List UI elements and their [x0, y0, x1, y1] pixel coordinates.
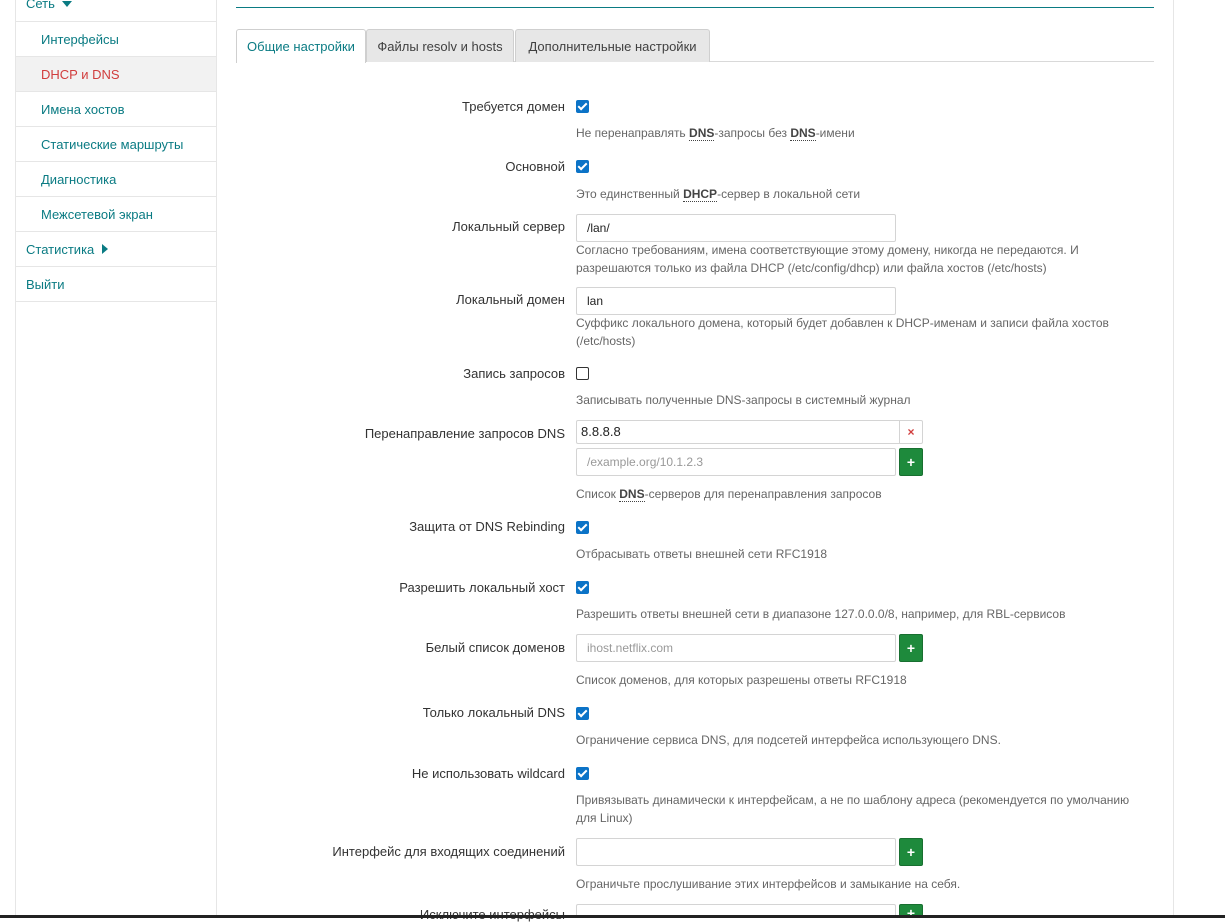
tab-bar: Общие настройки Файлы resolv и hosts Доп… [236, 29, 1154, 63]
rebind-protection-label: Защита от DNS Rebinding [409, 519, 565, 534]
sidebar-item-label: Интерфейсы [41, 31, 119, 47]
desc-text: Не перенаправлять [576, 126, 690, 140]
section-divider [236, 7, 1154, 8]
sidebar-item-label: Выйти [26, 276, 65, 292]
sidebar-item-diagnostics[interactable]: Диагностика [16, 162, 216, 197]
sidebar-item-static-routes[interactable]: Статические маршруты [16, 127, 216, 162]
nonwildcard-label: Не использовать wildcard [411, 766, 565, 781]
local-server-label: Локальный сервер [452, 219, 565, 234]
authoritative-description: Это единственный DHCP-сервер в локальной… [576, 185, 1136, 203]
sidebar-item-hostnames[interactable]: Имена хостов [16, 92, 216, 127]
tab-label: Дополнительные настройки [528, 38, 697, 54]
dns-forward-description: Список DNS-серверов для перенаправления … [576, 485, 1136, 503]
tab-label: Файлы resolv и hosts [377, 38, 503, 54]
sidebar-item-dhcp-dns[interactable]: DHCP и DNS [16, 57, 216, 92]
local-server-input[interactable]: /lan/ [576, 214, 896, 242]
dns-forward-add-button[interactable]: + [899, 448, 923, 476]
log-queries-label: Запись запросов [463, 366, 565, 381]
abbr-dns: DNS [689, 126, 715, 141]
sidebar-item-label: Статистика [26, 241, 95, 257]
local-service-checkbox[interactable] [576, 707, 589, 720]
local-service-label: Только локальный DNS [422, 705, 565, 720]
rebind-localhost-description: Разрешить ответы внешней сети в диапазон… [576, 607, 1066, 621]
authoritative-label: Основной [505, 159, 565, 174]
rebind-domain-input[interactable]: ihost.netflix.com [576, 634, 896, 662]
remove-entry-button[interactable]: × [899, 421, 922, 443]
desc-text: -сервер в локальной сети [717, 187, 861, 201]
abbr-dns: DNS [619, 487, 645, 502]
sidebar-item-logout[interactable]: Выйти [16, 267, 216, 302]
authoritative-checkbox[interactable] [576, 160, 589, 173]
sidebar-item-label: Статические маршруты [41, 136, 184, 152]
caret-down-icon [61, 0, 72, 7]
caret-right-icon [102, 244, 109, 254]
sidebar-item-firewall[interactable]: Межсетевой экран [16, 197, 216, 232]
desc-text: -имени [815, 126, 855, 140]
dns-forward-new-input[interactable]: /example.org/10.1.2.3 [576, 448, 896, 476]
listen-interface-add-button[interactable]: + [899, 838, 923, 866]
listen-interface-description: Ограничьте прослушивание этих интерфейсо… [576, 877, 961, 891]
tab-advanced-settings[interactable]: Дополнительные настройки [515, 29, 710, 62]
rebind-protection-checkbox[interactable] [576, 521, 589, 534]
log-queries-description: Записывать полученные DNS-запросы в сист… [576, 393, 911, 407]
domain-required-description: Не перенаправлять DNS-запросы без DNS-им… [576, 124, 1136, 142]
desc-text: -серверов для перенаправления запросов [644, 487, 882, 501]
sidebar-item-label: Диагностика [41, 171, 117, 187]
nonwildcard-description: Привязывать динамически к интерфейсам, а… [576, 793, 1130, 825]
dns-forward-entry: 8.8.8.8 × [576, 420, 923, 444]
domain-required-label: Требуется домен [462, 99, 565, 114]
desc-text: Это единственный [576, 187, 684, 201]
dns-forward-label: Перенаправление запросов DNS [364, 426, 565, 441]
abbr-dhcp: DHCP [683, 187, 718, 202]
log-queries-checkbox[interactable] [576, 367, 589, 380]
local-domain-label: Локальный домен [456, 292, 565, 307]
local-domain-description: Суффикс локального домена, который будет… [576, 316, 1109, 348]
sidebar-item-label: Межсетевой экран [41, 206, 153, 222]
local-domain-input[interactable]: lan [576, 287, 896, 315]
content-border [1173, 0, 1174, 918]
tab-resolv-hosts[interactable]: Файлы resolv и hosts [366, 29, 514, 62]
desc-text: Список [576, 487, 620, 501]
sidebar: Сеть Интерфейсы DHCP и DNS Имена хостов … [15, 0, 217, 918]
domain-required-checkbox[interactable] [576, 100, 589, 113]
sidebar-item-label: Сеть [26, 0, 55, 11]
sidebar-item-statistics[interactable]: Статистика [16, 232, 216, 267]
sidebar-item-label: Имена хостов [41, 101, 125, 117]
local-service-description: Ограничение сервиса DNS, для подсетей ин… [576, 733, 1001, 747]
sidebar-item-label: DHCP и DNS [41, 66, 120, 82]
nonwildcard-checkbox[interactable] [576, 767, 589, 780]
sidebar-item-interfaces[interactable]: Интерфейсы [16, 22, 216, 57]
tab-general-settings[interactable]: Общие настройки [236, 29, 366, 63]
desc-text: -запросы без [714, 126, 791, 140]
local-server-description: Согласно требованиям, имена соответствую… [576, 243, 1079, 275]
listen-interface-label: Интерфейс для входящих соединений [332, 844, 565, 859]
abbr-dns: DNS [790, 126, 816, 141]
rebind-domain-description: Список доменов, для которых разрешены от… [576, 673, 907, 687]
rebind-domain-label: Белый список доменов [425, 640, 565, 655]
rebind-localhost-label: Разрешить локальный хост [399, 580, 565, 595]
sidebar-item-network[interactable]: Сеть [16, 0, 216, 22]
rebind-domain-add-button[interactable]: + [899, 634, 923, 662]
rebind-protection-description: Отбрасывать ответы внешней сети RFC1918 [576, 547, 828, 561]
tab-label: Общие настройки [247, 39, 355, 54]
dns-forward-value: 8.8.8.8 [581, 424, 621, 439]
rebind-localhost-checkbox[interactable] [576, 581, 589, 594]
listen-interface-input[interactable] [576, 838, 896, 866]
